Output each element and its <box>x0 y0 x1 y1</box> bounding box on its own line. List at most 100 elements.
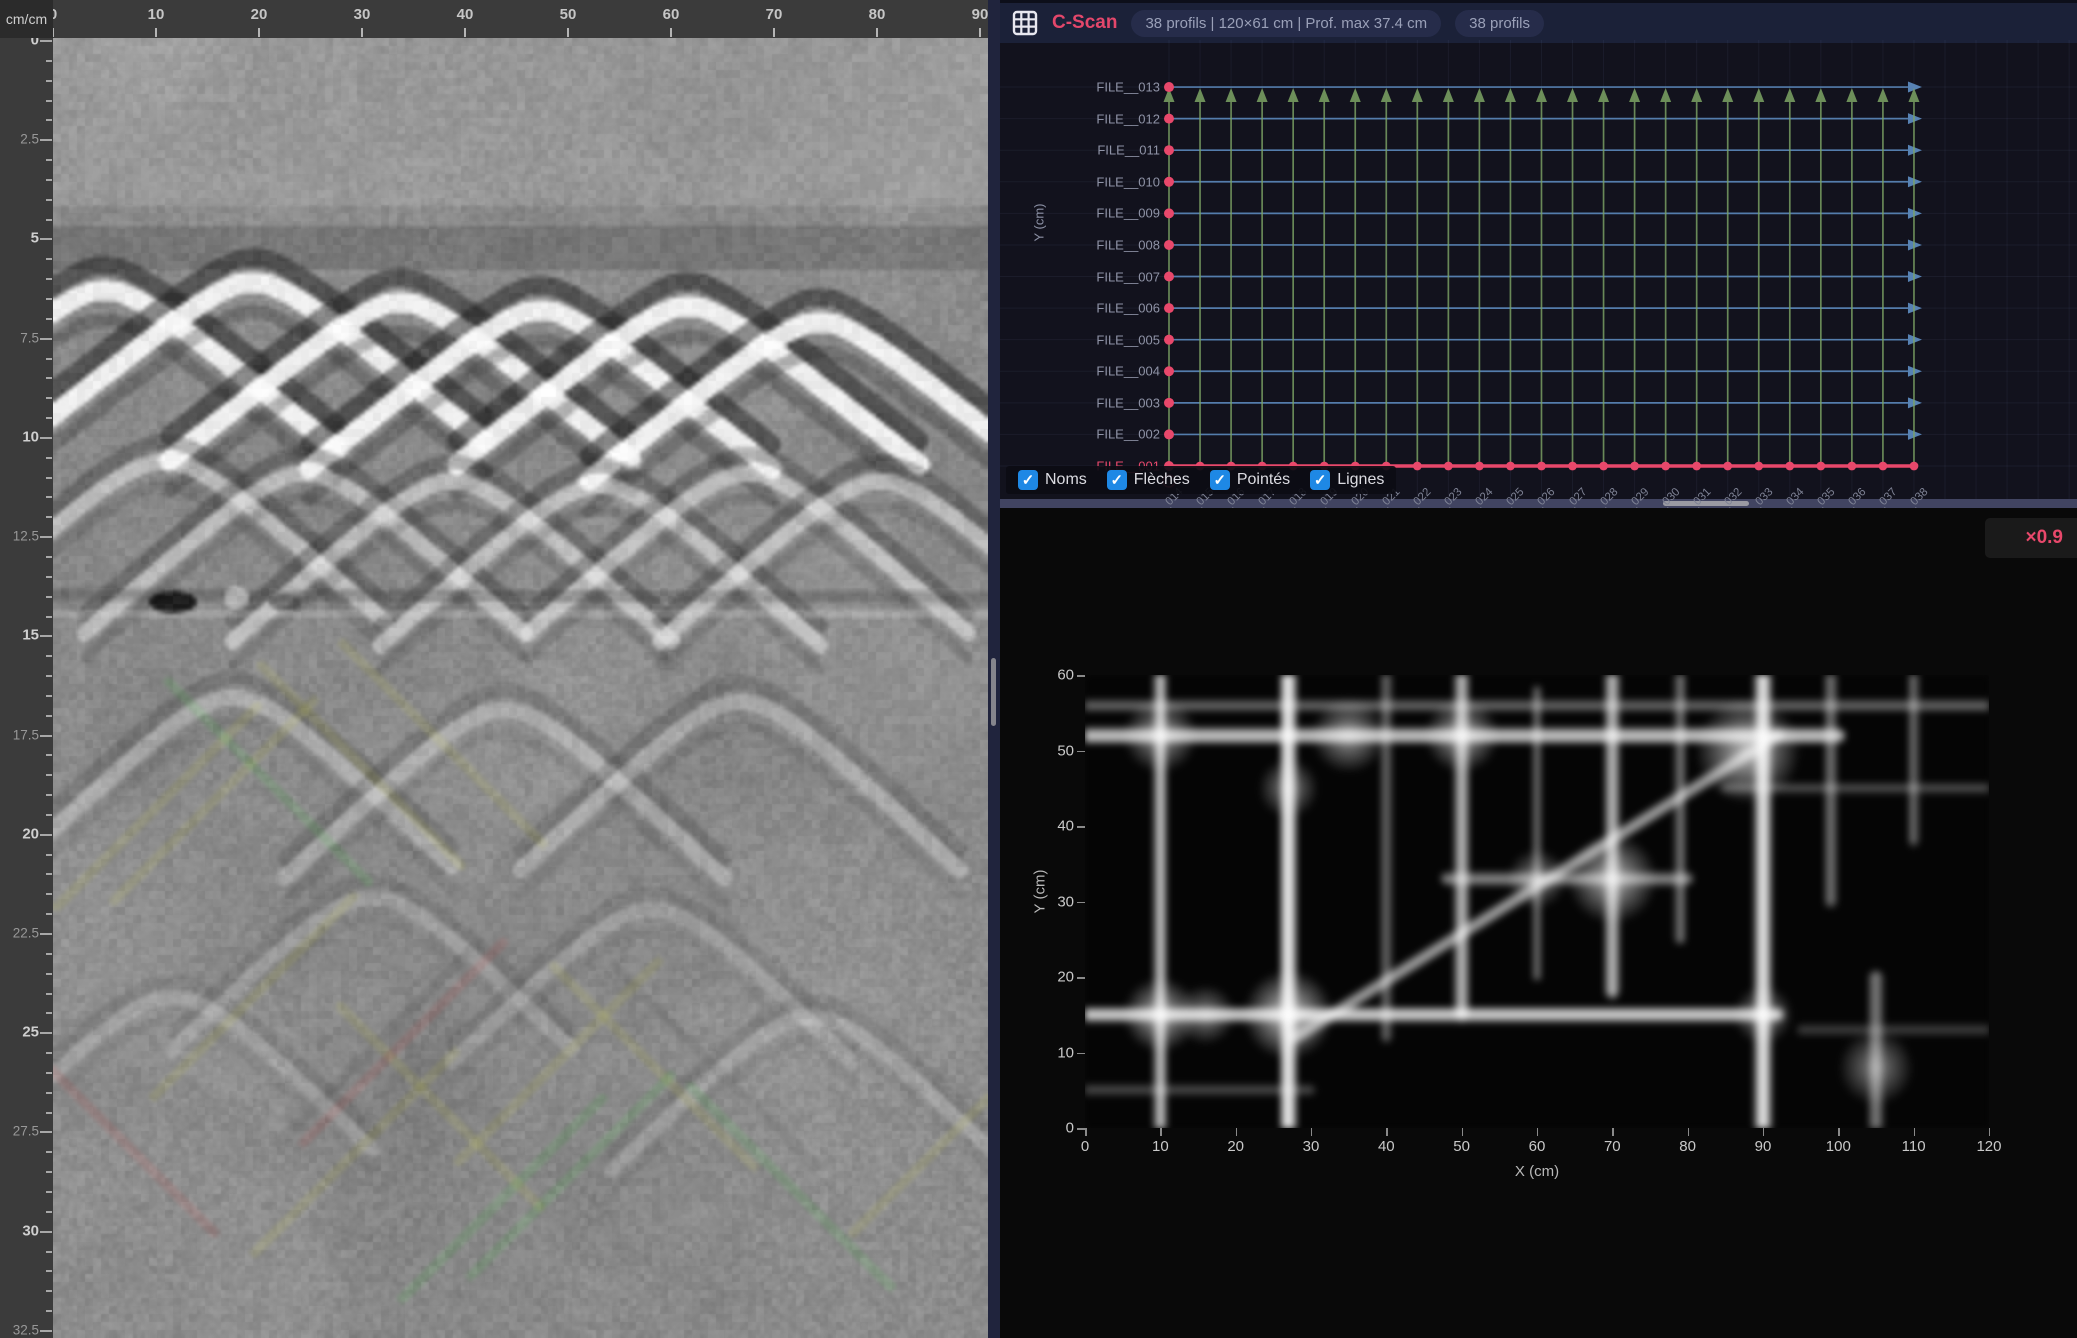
gpr-app-window: 0102030405060708090 02.557.51012.51517.5… <box>0 0 2077 1338</box>
bscan-radargram-image[interactable] <box>53 38 988 1338</box>
ruler-tick-mark <box>40 735 52 737</box>
map-x-tick <box>1311 1128 1313 1136</box>
ruler-tick-mark <box>773 28 775 37</box>
ruler-tick-label: 2.5 <box>20 132 39 147</box>
ruler-tick-mark <box>46 1072 52 1074</box>
ruler-tick-mark <box>46 774 52 776</box>
ruler-tick-label: 7.5 <box>20 330 39 345</box>
horizontal-ruler: 0102030405060708090 <box>53 0 988 38</box>
ruler-tick-mark <box>361 28 363 37</box>
checkbox-pointes-box[interactable]: ✓ <box>1210 470 1230 490</box>
cscan-count-badge: 38 profils <box>1455 10 1544 37</box>
profile-row-label[interactable]: FILE__012 <box>1002 111 1160 126</box>
survey-grid-plot[interactable] <box>1000 40 2077 499</box>
ruler-tick-mark <box>46 199 52 201</box>
map-x-tick-label: 20 <box>1227 1138 1244 1155</box>
profile-row-label[interactable]: FILE__007 <box>1002 269 1160 284</box>
ruler-tick-mark <box>46 258 52 260</box>
cscan-heatmap-image[interactable] <box>1085 675 1989 1128</box>
ruler-tick-mark <box>46 119 52 121</box>
ruler-tick-mark <box>46 219 52 221</box>
checkbox-noms[interactable]: ✓Noms <box>1018 470 1087 490</box>
map-x-axis-label: X (cm) <box>1477 1163 1597 1180</box>
ruler-tick-mark <box>40 933 52 935</box>
ruler-tick-label: 17.5 <box>13 727 39 742</box>
map-x-tick <box>1989 1128 1991 1136</box>
ruler-tick-mark <box>46 1112 52 1114</box>
map-x-tick <box>1838 1128 1840 1136</box>
map-x-tick <box>1537 1128 1539 1136</box>
profile-row-label[interactable]: FILE__002 <box>1002 427 1160 442</box>
profile-row-label[interactable]: FILE__009 <box>1002 206 1160 221</box>
ruler-tick-mark <box>46 60 52 62</box>
checkbox-noms-box[interactable]: ✓ <box>1018 470 1038 490</box>
ruler-tick-mark <box>46 675 52 677</box>
map-x-tick-label: 90 <box>1755 1138 1772 1155</box>
map-x-tick-label: 60 <box>1529 1138 1546 1155</box>
ruler-tick-mark <box>46 397 52 399</box>
grid-y-axis-label: Y (cm) <box>1032 203 1047 241</box>
profile-row-label[interactable]: FILE__010 <box>1002 174 1160 189</box>
grid-table-icon <box>1010 8 1040 38</box>
ruler-tick-mark <box>40 635 52 637</box>
ruler-tick-mark <box>567 28 569 37</box>
ruler-tick-mark <box>40 1032 52 1034</box>
map-x-tick <box>1914 1128 1916 1136</box>
profile-row-label[interactable]: FILE__003 <box>1002 395 1160 410</box>
ruler-tick-label: 12.5 <box>13 529 39 544</box>
ruler-tick-label: 25 <box>22 1024 39 1041</box>
bscan-panel: 0102030405060708090 02.557.51012.51517.5… <box>0 0 988 1338</box>
checkbox-lignes[interactable]: ✓Lignes <box>1310 470 1384 490</box>
map-x-tick-label: 50 <box>1453 1138 1470 1155</box>
ruler-tick-label: 5 <box>31 230 39 247</box>
profile-row-label[interactable]: FILE__011 <box>1002 143 1160 158</box>
profile-row-label[interactable]: FILE__004 <box>1002 364 1160 379</box>
checkbox-fleches-box[interactable]: ✓ <box>1107 470 1127 490</box>
ruler-tick-mark <box>46 1251 52 1253</box>
ruler-tick-mark <box>670 28 672 37</box>
map-y-tick-label: 10 <box>1014 1044 1074 1061</box>
profile-row-label[interactable]: FILE__013 <box>1002 80 1160 95</box>
map-x-tick <box>1160 1128 1162 1136</box>
panel-splitter[interactable] <box>988 0 1000 1338</box>
map-x-tick <box>1085 1128 1087 1136</box>
checkbox-fleches[interactable]: ✓Flèches <box>1107 470 1190 490</box>
ruler-tick-mark <box>46 873 52 875</box>
ruler-tick-mark <box>46 1310 52 1312</box>
map-y-tick-label: 0 <box>1014 1120 1074 1137</box>
ruler-tick-mark <box>155 28 157 37</box>
ruler-tick-mark <box>46 556 52 558</box>
ruler-tick-mark <box>40 40 52 42</box>
checkbox-lignes-box[interactable]: ✓ <box>1310 470 1330 490</box>
checkbox-pointes[interactable]: ✓Pointés <box>1210 470 1290 490</box>
ruler-tick-label: 10 <box>148 6 165 23</box>
ruler-tick-label: 80 <box>869 6 886 23</box>
ruler-tick-mark <box>46 298 52 300</box>
ruler-tick-mark <box>46 1151 52 1153</box>
ruler-tick-mark <box>46 576 52 578</box>
ruler-tick-label: 20 <box>251 6 268 23</box>
ruler-tick-mark <box>40 437 52 439</box>
ruler-tick-mark <box>258 28 260 37</box>
map-x-tick-label: 10 <box>1152 1138 1169 1155</box>
ruler-tick-label: 0 <box>53 6 57 23</box>
profile-row-label[interactable]: FILE__006 <box>1002 301 1160 316</box>
ruler-tick-mark <box>46 457 52 459</box>
ruler-tick-mark <box>46 993 52 995</box>
ruler-tick-mark <box>53 28 54 37</box>
map-y-tick-label: 60 <box>1014 667 1074 684</box>
ruler-tick-mark <box>46 477 52 479</box>
profile-row-label[interactable]: FILE__005 <box>1002 332 1160 347</box>
ruler-tick-mark <box>46 377 52 379</box>
profile-row-label[interactable]: FILE__008 <box>1002 237 1160 252</box>
ruler-tick-label: 30 <box>22 1222 39 1239</box>
map-x-tick-label: 40 <box>1378 1138 1395 1155</box>
splitter-handle[interactable] <box>991 658 996 726</box>
ruler-tick-mark <box>46 1052 52 1054</box>
map-x-tick <box>1236 1128 1238 1136</box>
ruler-tick-mark <box>46 953 52 955</box>
map-y-tick <box>1077 826 1085 828</box>
ruler-tick-mark <box>46 179 52 181</box>
display-options-bar: ✓Noms ✓Flèches ✓Pointés ✓Lignes <box>1006 466 1396 494</box>
ruler-tick-mark <box>46 695 52 697</box>
